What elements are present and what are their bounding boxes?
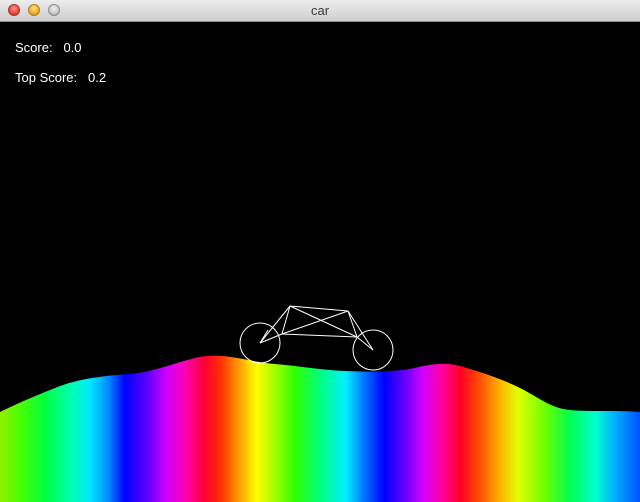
top-score-readout: Top Score: 0.2 <box>15 70 106 85</box>
window-title: car <box>310 3 330 18</box>
score-readout: Score: 0.0 <box>15 40 82 55</box>
game-canvas[interactable]: Score: 0.0 Top Score: 0.2 <box>0 22 640 502</box>
game-scene <box>0 305 640 502</box>
score-label: Score: <box>15 40 53 55</box>
title-bar[interactable]: car <box>0 0 640 22</box>
top-score-value: 0.2 <box>88 70 107 85</box>
car-chassis <box>259 305 374 351</box>
rainbow-terrain <box>0 355 640 502</box>
score-value: 0.0 <box>63 40 82 55</box>
car <box>239 305 394 371</box>
app-window: car Score: 0.0 Top Score: 0.2 <box>0 0 640 502</box>
top-score-label: Top Score: <box>15 70 78 85</box>
